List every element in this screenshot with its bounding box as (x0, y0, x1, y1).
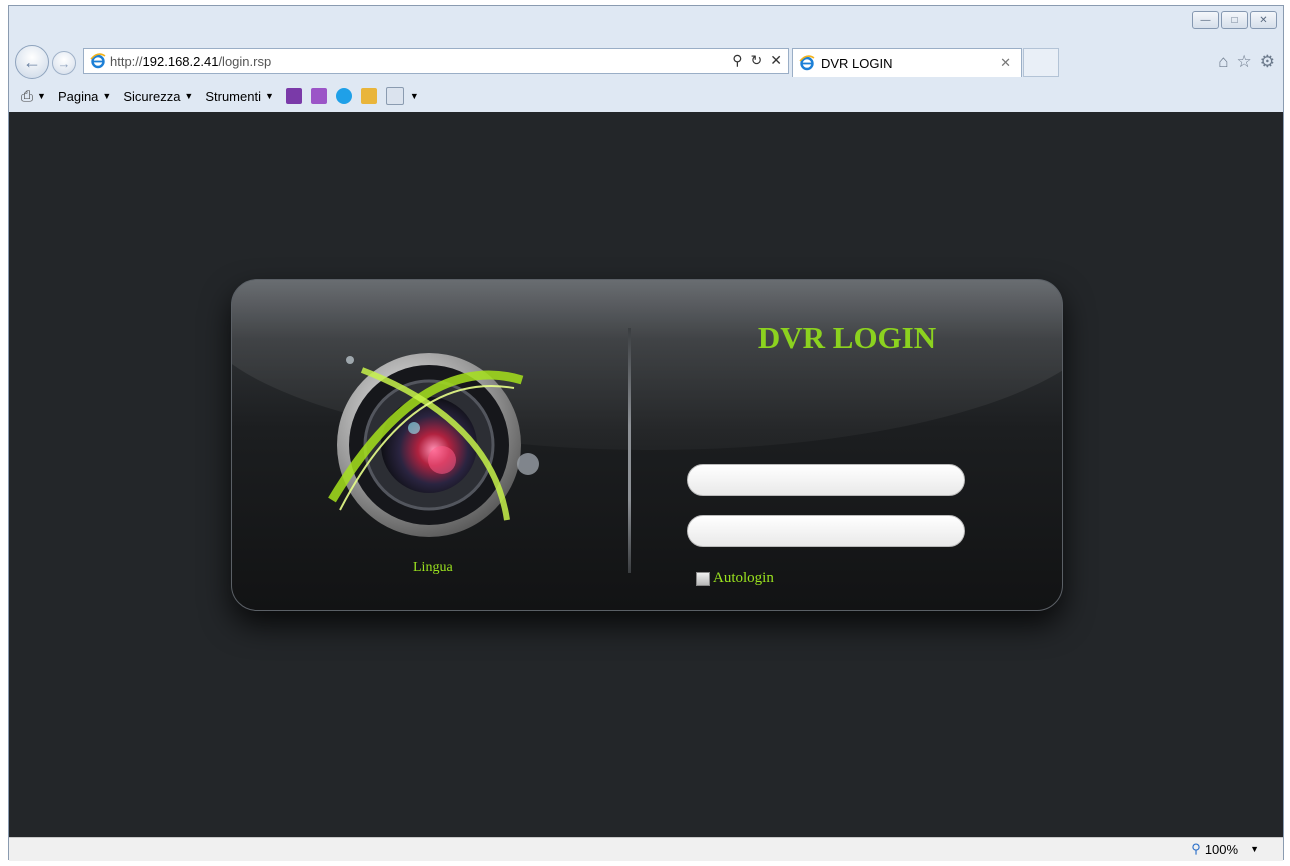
password-input[interactable] (687, 515, 965, 547)
zoom-level: 100% (1204, 841, 1239, 857)
skype-icon[interactable] (335, 88, 352, 104)
menu-sicurezza-label: Sicurezza (123, 88, 181, 104)
autologin-checkbox[interactable] (696, 571, 710, 586)
browser-window: — □ ✕ ← → http://192.168.2.41/login.rsp … (8, 5, 1284, 861)
close-window-button[interactable]: ✕ (1250, 11, 1277, 29)
chevron-down-icon: ▼ (264, 91, 274, 101)
tab-dvr-login[interactable]: DVR LOGIN ✕ (792, 48, 1022, 77)
chevron-down-icon: ▼ (1250, 844, 1259, 854)
toolbar-menu-icon (385, 87, 404, 105)
back-button[interactable]: ← (15, 45, 49, 79)
chevron-down-icon: ▼ (409, 91, 419, 101)
print-button[interactable]: ⎙ ▼ (21, 88, 46, 105)
stop-icon[interactable]: ✕ (770, 52, 782, 69)
navigation-bar: ← → http://192.168.2.41/login.rsp ⚲ ↻ ✕ … (9, 44, 1283, 80)
zoom-icon: ⚲ (1191, 841, 1201, 856)
settings-gear-icon[interactable]: ⚙ (1260, 52, 1275, 72)
page-viewport: Lingua DVR LOGIN Autologin (9, 112, 1283, 837)
username-input[interactable] (687, 464, 965, 496)
url-host: 192.168.2.41 (142, 53, 219, 69)
tab-title: DVR LOGIN (821, 55, 893, 71)
home-icon[interactable]: ⌂ (1218, 52, 1228, 72)
favorites-star-icon[interactable]: ☆ (1237, 52, 1252, 72)
login-panel: Lingua DVR LOGIN Autologin (231, 279, 1063, 611)
menu-strumenti-label: Strumenti (205, 88, 261, 104)
tab-ie-icon (799, 55, 815, 71)
search-icon[interactable]: ⚲ (732, 52, 742, 69)
chevron-down-icon: ▼ (37, 91, 46, 101)
menu-sicurezza[interactable]: Sicurezza ▼ (123, 89, 193, 104)
forward-arrow-icon: → (57, 55, 71, 71)
refresh-icon[interactable]: ↻ (751, 52, 763, 69)
panel-divider (628, 328, 631, 573)
ie-icon (90, 53, 106, 69)
command-bar: ⎙ ▼ Pagina ▼ Sicurezza ▼ Strumenti ▼ ▼ (9, 82, 1283, 110)
language-link[interactable]: Lingua (413, 560, 453, 576)
minimize-button[interactable]: — (1192, 11, 1219, 29)
onenote-icon[interactable] (285, 88, 302, 104)
address-bar[interactable]: http://192.168.2.41/login.rsp ⚲ ↻ ✕ (83, 48, 789, 74)
browser-right-icons: ⌂ ☆ ⚙ (1218, 52, 1275, 72)
url-protocol: http:// (110, 53, 143, 69)
login-title: DVR LOGIN (757, 320, 937, 355)
menu-strumenti[interactable]: Strumenti ▼ (205, 89, 274, 104)
camera-lens-logo (328, 353, 539, 537)
address-tools: ⚲ ↻ ✕ (732, 52, 782, 69)
back-arrow-icon: ← (23, 51, 41, 72)
menu-pagina[interactable]: Pagina ▼ (58, 89, 111, 104)
tab-close-icon[interactable]: ✕ (1000, 55, 1011, 71)
autologin-option[interactable]: Autologin (696, 570, 774, 587)
zoom-control[interactable]: ⚲ 100% ▼ (1191, 841, 1259, 857)
url-path: /login.rsp (218, 53, 272, 69)
window-caption-buttons: — □ ✕ (1192, 11, 1277, 29)
extra-tools-button[interactable]: ▼ (385, 87, 419, 105)
addon-icon[interactable] (360, 88, 377, 104)
status-bar: ⚲ 100% ▼ (9, 837, 1283, 861)
maximize-button[interactable]: □ (1221, 11, 1248, 29)
forward-button[interactable]: → (52, 51, 76, 75)
menu-pagina-label: Pagina (57, 88, 99, 104)
chevron-down-icon: ▼ (102, 91, 112, 101)
new-tab-button[interactable] (1023, 48, 1059, 77)
onenote-linked-icon[interactable] (310, 88, 327, 104)
chevron-down-icon: ▼ (184, 91, 194, 101)
autologin-label: Autologin (713, 570, 774, 586)
print-icon: ⎙ (21, 87, 34, 105)
